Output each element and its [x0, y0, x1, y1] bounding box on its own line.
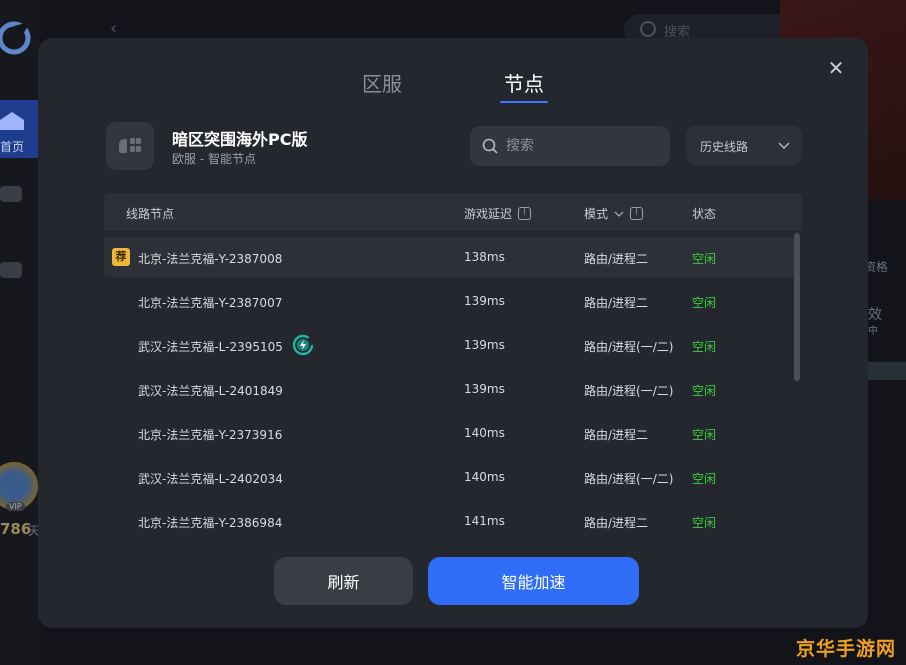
recommended-badge: 荐	[112, 248, 130, 266]
row-status: 空闲	[692, 472, 717, 486]
row-mode: 路由/进程二	[584, 428, 649, 442]
row-mode: 路由/进程(一/二)	[584, 472, 674, 486]
table-header: 线路节点 游戏延迟 ! 模式 ! 状态	[104, 193, 802, 231]
row-latency: 140ms	[464, 426, 505, 440]
row-node: 武汉-法兰克福-L-2401849	[138, 384, 283, 398]
row-status: 空闲	[692, 296, 717, 310]
tab-region[interactable]: 区服	[362, 68, 402, 102]
search-icon	[482, 138, 498, 154]
row-node: 北京-法兰克福-Y-2373916	[138, 428, 283, 442]
header-node: 线路节点	[126, 205, 174, 222]
row-status: 空闲	[692, 340, 717, 354]
row-node: 武汉-法兰克福-L-2402034	[138, 472, 283, 486]
game-placeholder-icon	[119, 138, 141, 153]
row-latency: 138ms	[464, 250, 505, 264]
header-status: 状态	[692, 205, 716, 222]
background-home-label: 首页	[0, 140, 25, 154]
table-row[interactable]: 武汉-法兰克福-L-2395105 139ms 路由/进程(一/二) 空闲	[104, 325, 794, 365]
row-node: 北京-法兰克福-Y-2387008	[138, 252, 283, 266]
home-icon	[0, 112, 24, 130]
tab-node[interactable]: 节点	[500, 68, 548, 103]
node-select-modal: ✕ 区服 节点 暗区突围海外PC版 欧服 - 智能节点 历史线路 线路节点	[38, 38, 868, 628]
row-latency: 139ms	[464, 382, 505, 396]
row-status: 空闲	[692, 252, 717, 266]
speed-boost-icon	[292, 334, 314, 356]
game-title: 暗区突围海外PC版	[172, 130, 308, 149]
history-route-select[interactable]: 历史线路	[686, 126, 802, 166]
chevron-down-icon	[778, 142, 790, 150]
chevron-down-icon	[614, 211, 624, 217]
header-latency: 游戏延迟 !	[464, 205, 532, 222]
list-scrollbar[interactable]	[794, 233, 800, 381]
table-row[interactable]: 北京-法兰克福-Y-2387007 139ms 路由/进程二 空闲	[104, 281, 794, 321]
game-icon	[106, 122, 154, 170]
info-icon[interactable]: !	[518, 207, 532, 220]
history-route-label: 历史线路	[700, 139, 749, 154]
back-arrow-icon: ‹	[110, 18, 118, 39]
row-mode: 路由/进程二	[584, 252, 649, 266]
table-row[interactable]: 北京-法兰克福-Y-2386984 141ms 路由/进程二 空闲	[104, 501, 794, 541]
vip-days-value: 786	[0, 520, 32, 538]
row-latency: 140ms	[464, 470, 505, 484]
row-mode: 路由/进程(一/二)	[584, 340, 674, 354]
header-mode-label: 模式	[584, 207, 609, 221]
smart-accelerate-button[interactable]: 智能加速	[428, 557, 639, 605]
table-row[interactable]: 北京-法兰克福-Y-2373916 140ms 路由/进程二 空闲	[104, 413, 794, 453]
background-right-bar	[866, 362, 906, 380]
table-row[interactable]: 荐 北京-法兰克福-Y-2387008 138ms 路由/进程二 空闲	[104, 237, 794, 277]
header-latency-label: 游戏延迟	[464, 207, 513, 221]
table-row[interactable]: 武汉-法兰克福-L-2401849 139ms 路由/进程(一/二) 空闲	[104, 369, 794, 409]
background-right-text: 中	[868, 326, 878, 337]
gamepad-icon	[0, 262, 22, 278]
row-latency: 139ms	[464, 338, 505, 352]
game-subtitle: 欧服 - 智能节点	[172, 152, 256, 166]
node-list: 荐 北京-法兰克福-Y-2387008 138ms 路由/进程二 空闲 北京-法…	[104, 237, 794, 543]
row-status: 空闲	[692, 428, 717, 442]
row-node: 北京-法兰克福-Y-2387007	[138, 296, 283, 310]
header-node-label: 线路节点	[126, 207, 175, 221]
header-status-label: 状态	[692, 207, 717, 221]
modal-tabs: 区服 节点	[38, 68, 868, 108]
row-node: 武汉-法兰克福-L-2395105	[138, 340, 283, 354]
search-input[interactable]	[506, 138, 656, 154]
refresh-button[interactable]: 刷新	[274, 557, 413, 605]
row-latency: 139ms	[464, 294, 505, 308]
row-status: 空闲	[692, 384, 717, 398]
watermark: 京华手游网	[796, 638, 897, 660]
row-latency: 141ms	[464, 514, 505, 528]
row-mode: 路由/进程(一/二)	[584, 384, 674, 398]
row-mode: 路由/进程二	[584, 516, 649, 530]
monitor-icon	[0, 186, 22, 202]
info-icon[interactable]: !	[630, 207, 644, 220]
header-mode[interactable]: 模式 !	[584, 205, 644, 222]
row-mode: 路由/进程二	[584, 296, 649, 310]
background-right-text: 效	[868, 307, 882, 323]
vip-badge: VIP	[6, 502, 25, 511]
row-status: 空闲	[692, 516, 717, 530]
background-search-icon	[640, 21, 656, 37]
row-node: 北京-法兰克福-Y-2386984	[138, 516, 283, 530]
node-search[interactable]	[470, 126, 670, 166]
app-logo-icon	[0, 21, 31, 55]
table-row[interactable]: 武汉-法兰克福-L-2402034 140ms 路由/进程(一/二) 空闲	[104, 457, 794, 497]
